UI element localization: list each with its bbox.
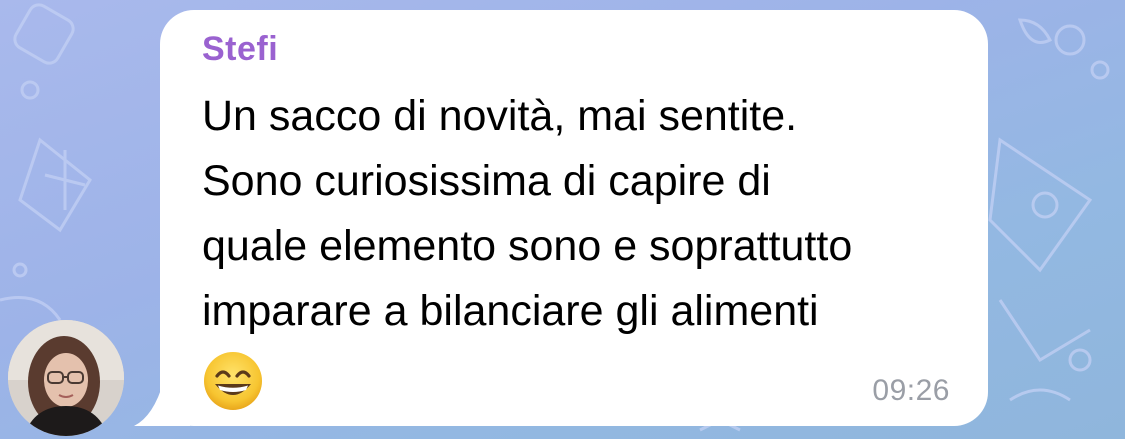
avatar-photo bbox=[8, 320, 124, 436]
message-line: Sono curiosissima di capire di bbox=[202, 157, 771, 205]
message-line: imparare a bilanciare gli alimenti bbox=[202, 287, 819, 335]
message-bubble-container: Stefi Un sacco di novità, mai sentite. S… bbox=[130, 10, 990, 430]
sender-name[interactable]: Stefi bbox=[202, 30, 278, 69]
grinning-face-emoji-icon bbox=[204, 352, 262, 410]
message-line: Un sacco di novità, mai sentite. bbox=[202, 92, 798, 140]
sender-avatar[interactable] bbox=[8, 320, 124, 436]
message-text: Un sacco di novità, mai sentite. Sono cu… bbox=[202, 84, 992, 344]
message-bubble[interactable]: Stefi Un sacco di novità, mai sentite. S… bbox=[160, 10, 988, 426]
message-line: quale elemento sono e soprattutto bbox=[202, 222, 853, 270]
message-timestamp: 09:26 bbox=[872, 374, 950, 407]
